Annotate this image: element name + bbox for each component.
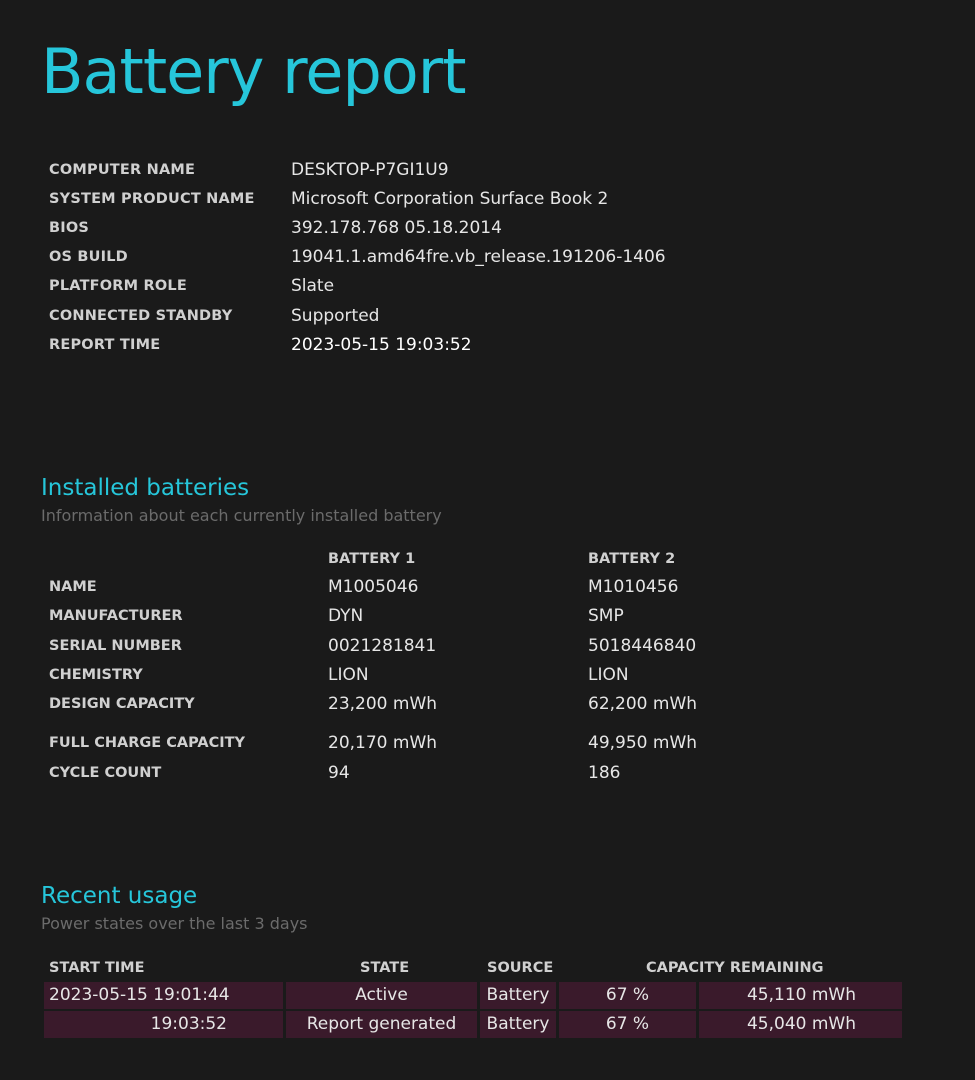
recent-usage-subtitle: Power states over the last 3 days	[41, 914, 308, 933]
battery-row: MANUFACTURER DYN SMP	[49, 602, 849, 631]
battery-row: CHEMISTRY LION LION	[49, 661, 849, 690]
usage-row: 19:03:52 Report generated Battery 67 % 4…	[44, 1011, 902, 1038]
battery-2-header: BATTERY 2	[588, 551, 676, 567]
battery-1-value: 20,170 mWh	[328, 733, 438, 753]
system-info-row: PLATFORM ROLE Slate	[49, 272, 749, 301]
usage-state: Report generated	[286, 1011, 477, 1038]
battery-row: CYCLE COUNT 94 186	[49, 759, 849, 788]
battery-1-value: 94	[328, 763, 350, 783]
page-title: Battery report	[41, 35, 467, 108]
system-info-row: CONNECTED STANDBY Supported	[49, 302, 749, 331]
battery-row-label: CHEMISTRY	[49, 667, 143, 683]
start-time-header: START TIME	[49, 960, 145, 976]
recent-usage-title: Recent usage	[41, 883, 198, 909]
battery-2-value: LION	[588, 665, 629, 685]
usage-header-row: START TIME STATE SOURCE CAPACITY REMAINI…	[44, 956, 902, 980]
battery-2-value: M1010456	[588, 577, 679, 597]
info-label: SYSTEM PRODUCT NAME	[49, 191, 255, 207]
battery-2-value: 5018446840	[588, 636, 697, 656]
info-label: BIOS	[49, 220, 90, 236]
battery-1-value: LION	[328, 665, 369, 685]
battery-1-header: BATTERY 1	[328, 551, 416, 567]
usage-state: Active	[286, 982, 477, 1009]
battery-row-label: DESIGN CAPACITY	[49, 696, 195, 712]
battery-row: NAME M1005046 M1010456	[49, 573, 849, 602]
battery-row: DESIGN CAPACITY 23,200 mWh 62,200 mWh	[49, 690, 849, 719]
info-value: 2023-05-15 19:03:52	[291, 335, 472, 355]
battery-2-value: SMP	[588, 606, 624, 626]
info-value: 19041.1.amd64fre.vb_release.191206-1406	[291, 247, 666, 267]
info-value: Microsoft Corporation Surface Book 2	[291, 189, 609, 209]
battery-row: FULL CHARGE CAPACITY 20,170 mWh 49,950 m…	[49, 729, 849, 758]
info-label: CONNECTED STANDBY	[49, 308, 233, 324]
usage-mwh: 45,040 mWh	[699, 1011, 902, 1038]
battery-row-label: CYCLE COUNT	[49, 765, 162, 781]
source-header: SOURCE	[487, 960, 554, 976]
usage-start-time: 19:03:52	[44, 1011, 283, 1038]
battery-2-value: 49,950 mWh	[588, 733, 698, 753]
battery-row-label: FULL CHARGE CAPACITY	[49, 735, 246, 751]
info-label: REPORT TIME	[49, 337, 161, 353]
info-label: OS BUILD	[49, 249, 128, 265]
system-info-row: SYSTEM PRODUCT NAME Microsoft Corporatio…	[49, 185, 749, 214]
info-value: Supported	[291, 306, 380, 326]
info-label: COMPUTER NAME	[49, 162, 196, 178]
battery-1-value: M1005046	[328, 577, 419, 597]
usage-source: Battery	[480, 982, 556, 1009]
usage-percent: 67 %	[559, 1011, 696, 1038]
info-value: DESKTOP-P7GI1U9	[291, 160, 449, 180]
installed-batteries-title: Installed batteries	[41, 475, 250, 501]
usage-row: 2023-05-15 19:01:44 Active Battery 67 % …	[44, 982, 902, 1009]
battery-row-label: SERIAL NUMBER	[49, 638, 182, 654]
system-info-row: BIOS 392.178.768 05.18.2014	[49, 214, 749, 243]
battery-row-label: MANUFACTURER	[49, 608, 183, 624]
usage-start-time: 2023-05-15 19:01:44	[44, 982, 283, 1009]
installed-batteries-subtitle: Information about each currently install…	[41, 506, 442, 525]
battery-1-value: DYN	[328, 606, 364, 626]
usage-percent: 67 %	[559, 982, 696, 1009]
state-header: STATE	[360, 960, 410, 976]
usage-source: Battery	[480, 1011, 556, 1038]
battery-row: SERIAL NUMBER 0021281841 5018446840	[49, 632, 849, 661]
battery-2-value: 186	[588, 763, 621, 783]
battery-header-row: BATTERY 1 BATTERY 2	[49, 545, 849, 574]
capacity-header: CAPACITY REMAINING	[646, 960, 824, 976]
info-value: 392.178.768 05.18.2014	[291, 218, 502, 238]
system-info-row: OS BUILD 19041.1.amd64fre.vb_release.191…	[49, 243, 749, 272]
battery-1-value: 0021281841	[328, 636, 437, 656]
battery-row-label: NAME	[49, 579, 97, 595]
usage-mwh: 45,110 mWh	[699, 982, 902, 1009]
info-label: PLATFORM ROLE	[49, 278, 187, 294]
system-info-row: REPORT TIME 2023-05-15 19:03:52	[49, 331, 749, 360]
battery-2-value: 62,200 mWh	[588, 694, 698, 714]
info-value: Slate	[291, 276, 335, 296]
system-info-row: COMPUTER NAME DESKTOP-P7GI1U9	[49, 156, 749, 185]
battery-1-value: 23,200 mWh	[328, 694, 438, 714]
